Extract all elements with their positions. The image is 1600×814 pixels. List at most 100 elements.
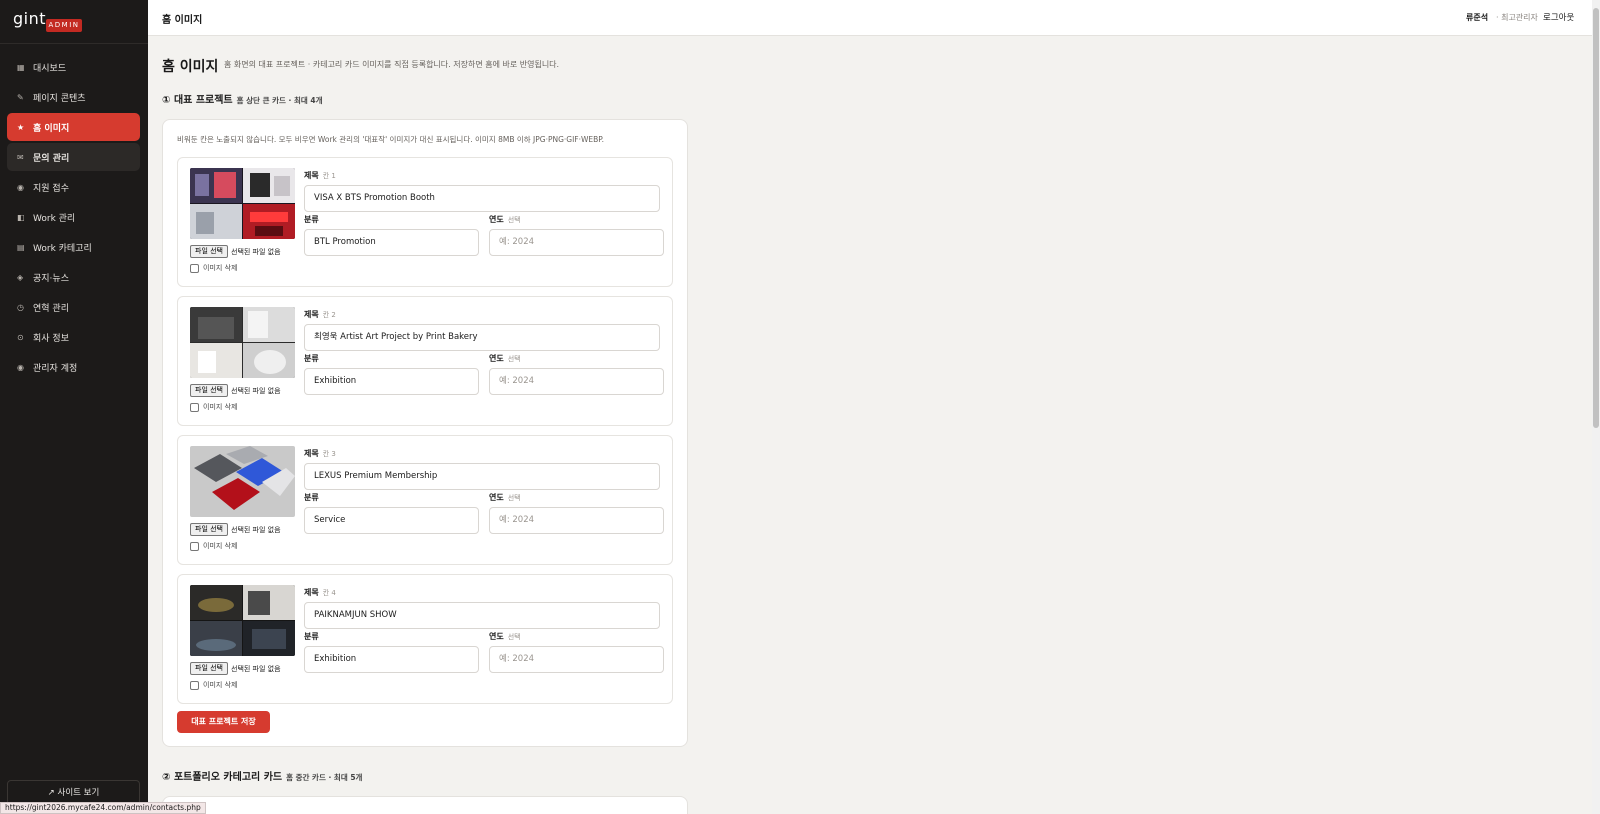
year-input[interactable]: 예: 2024 <box>489 646 664 673</box>
user-name: 류준석 <box>1466 13 1489 22</box>
sidebar-item-label: 문의 관리 <box>33 153 70 164</box>
sidebar-item-label: 공지·뉴스 <box>33 273 69 284</box>
sidebar-item-work-category[interactable]: ▤ Work 카테고리 <box>7 233 140 261</box>
file-row: 파일 선택 선택된 파일 없음 <box>190 523 281 536</box>
delete-image-option[interactable]: 이미지 삭제 <box>190 541 237 551</box>
sidebar-item-admin-accounts[interactable]: ◉ 관리자 계정 <box>7 353 140 381</box>
sidebar-item-label: 홈 이미지 <box>33 123 70 134</box>
sidebar-item-inquiries[interactable]: ✉ 문의 관리 <box>7 143 140 171</box>
category-input[interactable]: Service <box>304 507 479 534</box>
slot-label: 칸 3 <box>322 450 336 458</box>
sidebar-item-company[interactable]: ⊙ 회사 정보 <box>7 323 140 351</box>
project-card-3: 파일 선택 선택된 파일 없음 이미지 삭제 제목 칸 3 LEXUS Premi… <box>177 435 673 565</box>
file-row: 파일 선택 선택된 파일 없음 <box>190 245 281 258</box>
file-select-button[interactable]: 파일 선택 <box>190 245 228 258</box>
slot-label: 칸 2 <box>322 311 336 319</box>
delete-image-checkbox[interactable] <box>190 263 199 273</box>
file-select-button[interactable]: 파일 선택 <box>190 384 228 397</box>
section-category-heading: ② 포트폴리오 카테고리 카드 홈 중간 카드 · 최대 5개 <box>162 768 362 783</box>
list-icon: ▤ <box>17 242 25 252</box>
info-icon: ⊙ <box>17 332 24 342</box>
sidebar-item-label: 페이지 콘텐츠 <box>33 93 86 104</box>
year-input[interactable]: 예: 2024 <box>489 229 664 256</box>
topbar: 홈 이미지 류준석 · 최고관리자 로그아웃 <box>148 0 1592 36</box>
mail-icon: ✉ <box>17 152 24 162</box>
delete-image-checkbox[interactable] <box>190 541 199 551</box>
year-optional: 선택 <box>507 216 521 224</box>
slot-label: 칸 1 <box>322 172 336 180</box>
sidebar-item-work[interactable]: ◧ Work 관리 <box>7 203 140 231</box>
year-label: 연도 선택 <box>489 492 521 503</box>
category-input[interactable]: Exhibition <box>304 368 479 395</box>
title-input[interactable]: VISA X BTS Promotion Booth <box>304 185 660 212</box>
logout-link[interactable]: 로그아웃 <box>1543 11 1574 23</box>
title-input[interactable]: 최영욱 Artist Art Project by Print Bakery <box>304 324 660 351</box>
year-input[interactable]: 예: 2024 <box>489 507 664 534</box>
file-status: 선택된 파일 없음 <box>231 525 281 534</box>
sidebar-item-label: 회사 정보 <box>33 333 69 344</box>
category-label: 분류 <box>304 215 319 224</box>
delete-image-label: 이미지 삭제 <box>203 264 238 272</box>
delete-image-option[interactable]: 이미지 삭제 <box>190 402 237 412</box>
file-status: 선택된 파일 없음 <box>231 386 281 395</box>
file-status: 선택된 파일 없음 <box>231 247 281 256</box>
title-input[interactable]: PAIKNAMJUN SHOW <box>304 602 660 629</box>
sidebar-item-page-content[interactable]: ✎ 페이지 콘텐츠 <box>7 83 140 111</box>
title-label: 제목 칸 2 <box>304 309 336 320</box>
sidebar-item-label: 대시보드 <box>33 63 67 74</box>
sidebar-item-label: Work 관리 <box>33 213 76 224</box>
delete-image-option[interactable]: 이미지 삭제 <box>190 263 237 273</box>
title-label: 제목 칸 1 <box>304 170 336 181</box>
file-select-button[interactable]: 파일 선택 <box>190 662 228 675</box>
year-label: 연도 선택 <box>489 631 521 642</box>
section-title: ① 대표 프로젝트 <box>162 95 233 106</box>
thumbnail-image <box>190 307 295 378</box>
star-icon: ★ <box>17 122 25 132</box>
section-subtitle: 홈 중간 카드 · 최대 5개 <box>286 773 363 782</box>
sidebar-item-applications[interactable]: ◉ 지원 접수 <box>7 173 140 201</box>
thumbnail-image <box>190 446 295 517</box>
title-label-text: 제목 <box>304 310 319 319</box>
clock-icon: ◷ <box>17 302 24 312</box>
sidebar-item-label: 지원 접수 <box>33 183 69 194</box>
sidebar-item-history[interactable]: ◷ 연혁 관리 <box>7 293 140 321</box>
sidebar-nav: ▦ 대시보드 ✎ 페이지 콘텐츠 ★ 홈 이미지 ✉ 문의 관리 ◉ 지원 접수 ◧ Wor… <box>7 53 140 383</box>
year-optional: 선택 <box>507 494 521 502</box>
user-icon: ◉ <box>17 362 24 372</box>
category-input[interactable]: Exhibition <box>304 646 479 673</box>
section-featured-heading: ① 대표 프로젝트 홈 상단 큰 카드 · 최대 4개 <box>162 91 322 106</box>
user-role: · 최고관리자 <box>1496 13 1538 22</box>
delete-image-checkbox[interactable] <box>190 402 199 412</box>
year-input[interactable]: 예: 2024 <box>489 368 664 395</box>
title-label-text: 제목 <box>304 449 319 458</box>
sidebar-item-label: 연혁 관리 <box>33 303 69 314</box>
file-select-button[interactable]: 파일 선택 <box>190 523 228 536</box>
topbar-title: 홈 이미지 <box>162 15 203 26</box>
sidebar-item-home-image[interactable]: ★ 홈 이미지 <box>7 113 140 141</box>
delete-image-label: 이미지 삭제 <box>203 542 238 550</box>
title-label-text: 제목 <box>304 588 319 597</box>
delete-image-label: 이미지 삭제 <box>203 403 238 411</box>
work-icon: ◧ <box>17 212 25 222</box>
sidebar-item-dashboard[interactable]: ▦ 대시보드 <box>7 53 140 81</box>
delete-image-option[interactable]: 이미지 삭제 <box>190 680 237 690</box>
title-input[interactable]: LEXUS Premium Membership <box>304 463 660 490</box>
category-input[interactable]: BTL Promotion <box>304 229 479 256</box>
year-label: 연도 선택 <box>489 353 521 364</box>
year-label-text: 연도 <box>489 632 504 641</box>
delete-image-label: 이미지 삭제 <box>203 681 238 689</box>
sidebar-item-news[interactable]: ◈ 공지·뉴스 <box>7 263 140 291</box>
scrollbar[interactable] <box>1592 0 1600 814</box>
logo-area: gint ADMIN <box>0 0 148 44</box>
section-title: ② 포트폴리오 카테고리 카드 <box>162 772 283 783</box>
panel-note: 비워둔 칸은 노출되지 않습니다. 모두 비우면 Work 관리의 '대표작' … <box>177 135 605 144</box>
section-subtitle: 홈 상단 큰 카드 · 최대 4개 <box>236 96 323 105</box>
year-optional: 선택 <box>507 355 521 363</box>
featured-projects-panel: 비워둔 칸은 노출되지 않습니다. 모두 비우면 Work 관리의 '대표작' … <box>162 119 688 747</box>
logo[interactable]: gint <box>13 9 46 28</box>
save-featured-button[interactable]: 대표 프로젝트 저장 <box>177 711 270 733</box>
scroll-thumb[interactable] <box>1593 8 1599 428</box>
title-label-text: 제목 <box>304 171 319 180</box>
delete-image-checkbox[interactable] <box>190 680 199 690</box>
year-optional: 선택 <box>507 633 521 641</box>
